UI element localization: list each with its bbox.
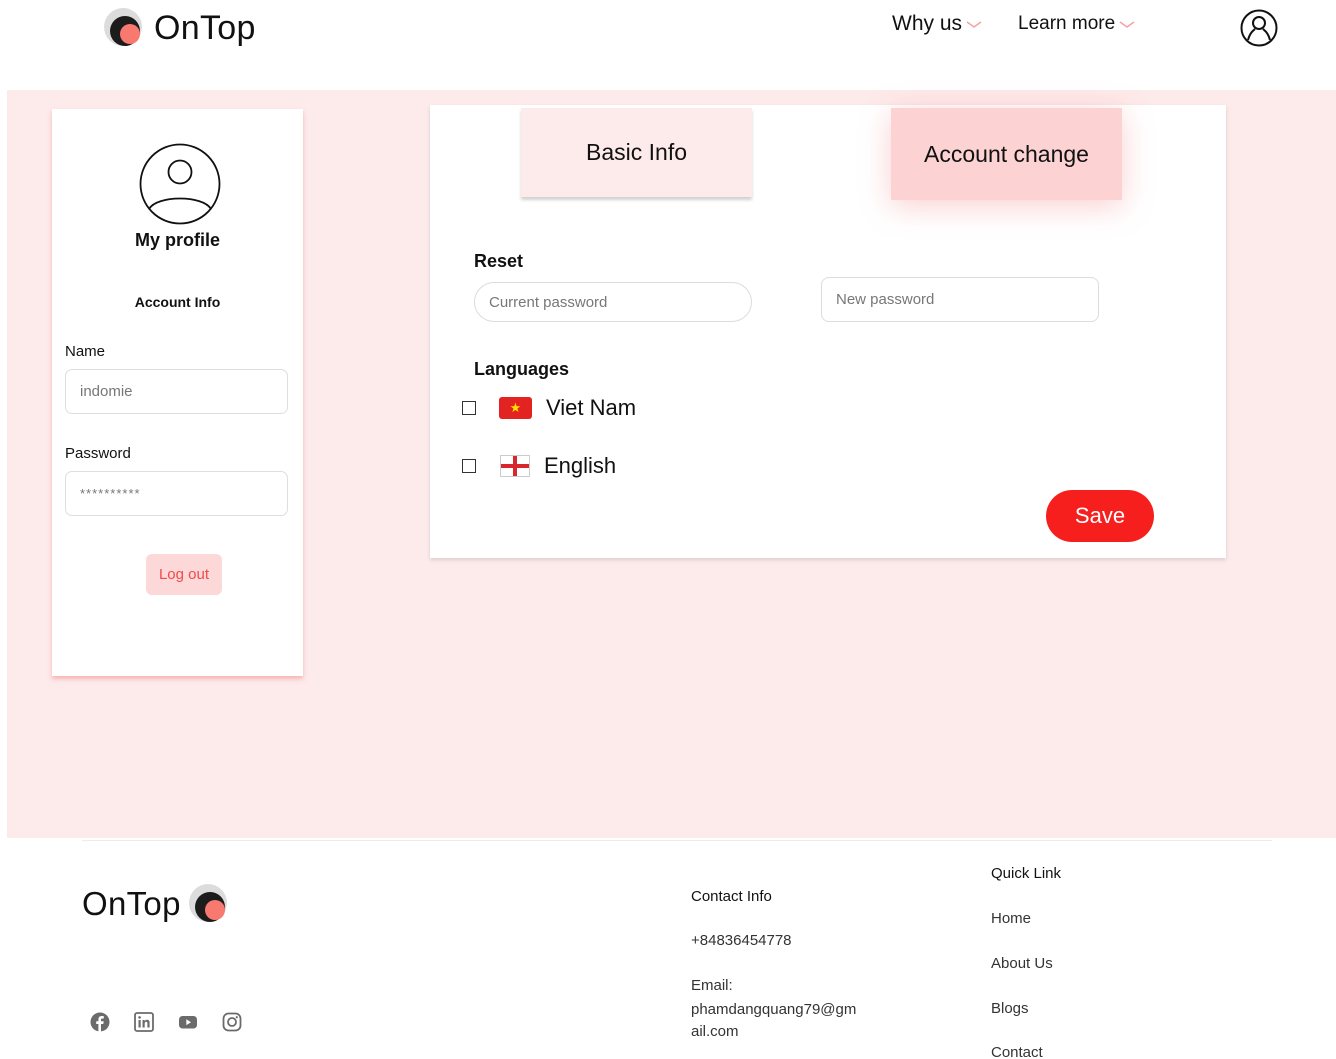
footer-link-about-us[interactable]: About Us <box>991 955 1053 972</box>
name-label: Name <box>65 343 106 360</box>
password-field[interactable]: ********** <box>65 471 288 516</box>
social-links <box>90 1012 242 1032</box>
vietnam-checkbox[interactable] <box>462 401 476 415</box>
quick-links: Quick Link Home About Us Blogs Contact <box>991 865 1062 1059</box>
settings-panel: Basic Info Account change Reset Current … <box>430 105 1226 558</box>
logo-icon <box>104 8 144 48</box>
languages-heading: Languages <box>474 359 570 379</box>
tab-basic-info[interactable]: Basic Info <box>521 108 752 197</box>
current-password-input[interactable]: Current password <box>474 282 752 322</box>
nav-why-us-label: Why us <box>892 12 963 35</box>
language-option-english: English <box>462 453 616 479</box>
logout-button[interactable]: Log out <box>146 554 222 595</box>
current-password-placeholder: Current password <box>489 293 608 311</box>
vietnam-flag-icon: ★ <box>499 397 532 419</box>
top-nav: Why us Learn more <box>892 12 1135 36</box>
footer-brand[interactable]: OnTop <box>82 884 229 924</box>
english-checkbox[interactable] <box>462 459 476 473</box>
password-label: Password <box>65 445 131 462</box>
brand-logo[interactable]: OnTop <box>104 8 256 48</box>
contact-phone: +84836454778 <box>691 932 792 949</box>
nav-why-us[interactable]: Why us <box>892 12 982 36</box>
chevron-down-icon <box>966 21 982 28</box>
contact-info: Contact Info +84836454778 Email: phamdan… <box>691 888 856 1040</box>
save-button[interactable]: Save <box>1046 490 1154 542</box>
contact-info-heading: Contact Info <box>691 888 772 905</box>
footer-divider <box>82 840 1272 841</box>
reset-heading: Reset <box>474 251 524 271</box>
tab-account-change[interactable]: Account change <box>891 108 1122 200</box>
profile-card: My profile Account Info Name indomie Pas… <box>52 109 303 676</box>
new-password-placeholder: New password <box>836 291 935 308</box>
nav-learn-more-label: Learn more <box>1018 13 1116 34</box>
brand-name: OnTop <box>154 8 256 47</box>
facebook-icon[interactable] <box>90 1012 110 1032</box>
england-flag-icon <box>500 455 530 477</box>
quick-link-heading: Quick Link <box>991 865 1062 882</box>
vietnam-label: Viet Nam <box>546 395 637 420</box>
linkedin-icon[interactable] <box>134 1012 154 1032</box>
youtube-icon[interactable] <box>178 1012 198 1032</box>
user-account-icon[interactable] <box>1240 9 1278 47</box>
account-info-heading: Account Info <box>134 294 221 310</box>
instagram-icon[interactable] <box>222 1012 242 1032</box>
footer-link-contact[interactable]: Contact <box>991 1044 1043 1059</box>
chevron-down-icon <box>1119 21 1135 28</box>
footer-brand-name: OnTop <box>82 885 181 922</box>
profile-title: My profile <box>134 230 220 250</box>
logo-icon <box>188 884 229 924</box>
contact-email: phamdangquang79@gmail.com <box>691 1001 857 1040</box>
name-field[interactable]: indomie <box>65 369 288 414</box>
contact-email-label: Email: <box>691 977 733 994</box>
avatar-icon <box>139 143 221 225</box>
footer-link-home[interactable]: Home <box>991 910 1031 927</box>
nav-learn-more[interactable]: Learn more <box>1018 13 1135 35</box>
language-option-vietnam: ★ Viet Nam <box>462 395 636 421</box>
new-password-input[interactable]: New password <box>821 277 1099 322</box>
name-field-value: indomie <box>80 383 133 400</box>
english-label: English <box>544 453 617 478</box>
footer-link-blogs[interactable]: Blogs <box>991 1000 1029 1017</box>
password-field-value: ********** <box>80 486 141 501</box>
